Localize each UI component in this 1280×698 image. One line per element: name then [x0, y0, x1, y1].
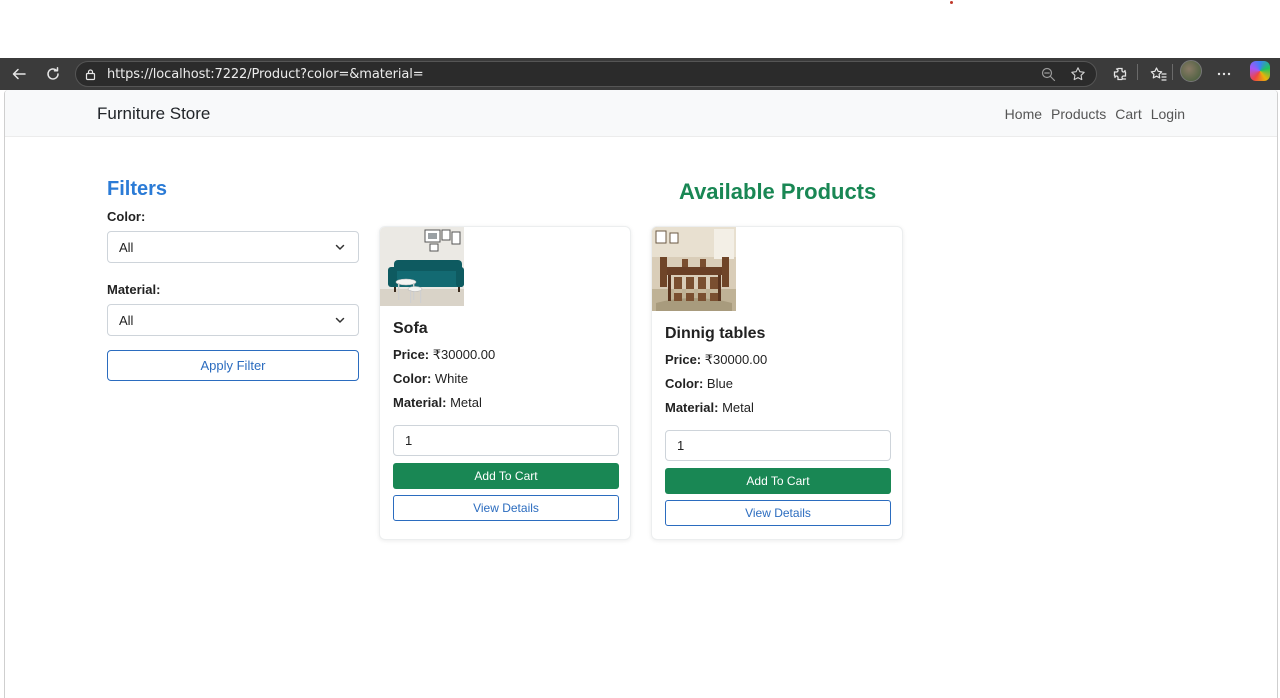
material-label: Material:: [107, 282, 161, 297]
screen-top-area: [0, 0, 1280, 58]
nav-links: Home Products Cart Login: [1005, 106, 1185, 122]
product-color: Color: White: [393, 371, 469, 386]
chevron-down-icon: [334, 314, 346, 329]
material-select-value: All: [119, 313, 134, 328]
favorite-star-icon[interactable]: [1070, 66, 1086, 87]
favorites-icon[interactable]: [1148, 58, 1168, 90]
color-select-value: All: [119, 240, 134, 255]
url-text[interactable]: https://localhost:7222/Product?color=&ma…: [107, 67, 424, 82]
product-card-body: Sofa Price: ₹30000.00 Color: White Mater…: [393, 320, 619, 521]
add-to-cart-button[interactable]: Add To Cart: [665, 468, 891, 494]
zoom-icon[interactable]: [1041, 67, 1056, 87]
product-name: Dinnig tables: [665, 325, 766, 342]
product-material: Material: Metal: [665, 400, 754, 415]
nav-link-home[interactable]: Home: [1005, 106, 1042, 122]
nav-link-cart[interactable]: Cart: [1115, 106, 1141, 122]
more-options-icon[interactable]: [1214, 58, 1234, 90]
apply-filter-button[interactable]: Apply Filter: [107, 350, 359, 381]
browser-toolbar: https://localhost:7222/Product?color=&ma…: [0, 58, 1280, 90]
refresh-icon[interactable]: [42, 58, 64, 90]
toolbar-separator: [1172, 64, 1173, 80]
product-card-body: Dinnig tables Price: ₹30000.00 Color: Bl…: [665, 325, 891, 526]
product-image-sofa: [380, 227, 464, 306]
product-price: Price: ₹30000.00: [393, 347, 496, 362]
product-image-dining-table: [652, 227, 736, 311]
back-arrow-icon[interactable]: [8, 58, 30, 90]
site-info-icon[interactable]: [84, 68, 97, 86]
chevron-down-icon: [334, 241, 346, 256]
color-label: Color:: [107, 209, 146, 224]
brand-link[interactable]: Furniture Store: [97, 104, 210, 124]
nav-link-login[interactable]: Login: [1151, 106, 1185, 122]
product-card: Dinnig tables Price: ₹30000.00 Color: Bl…: [651, 226, 903, 540]
filters-panel: Filters Color: All Material: All Apply F…: [107, 178, 360, 381]
site-navbar: Furniture Store Home Products Cart Login: [5, 90, 1277, 137]
quantity-input[interactable]: 1: [665, 430, 891, 461]
product-card: Sofa Price: ₹30000.00 Color: White Mater…: [379, 226, 631, 540]
view-details-button[interactable]: View Details: [665, 500, 891, 526]
address-bar[interactable]: https://localhost:7222/Product?color=&ma…: [75, 61, 1097, 87]
quantity-input[interactable]: 1: [393, 425, 619, 456]
nav-link-products[interactable]: Products: [1051, 106, 1106, 122]
add-to-cart-button[interactable]: Add To Cart: [393, 463, 619, 489]
copilot-icon[interactable]: [1250, 61, 1270, 81]
page-title: Available Products: [679, 179, 877, 204]
profile-avatar[interactable]: [1180, 60, 1202, 82]
view-details-button[interactable]: View Details: [393, 495, 619, 521]
filters-title: Filters: [107, 178, 168, 200]
product-color: Color: Blue: [665, 376, 733, 391]
product-price: Price: ₹30000.00: [665, 352, 768, 367]
notification-dot: [950, 1, 953, 4]
extensions-icon[interactable]: [1110, 58, 1130, 90]
product-name: Sofa: [393, 320, 428, 337]
product-material: Material: Metal: [393, 395, 482, 410]
material-select[interactable]: All: [107, 304, 359, 336]
color-select[interactable]: All: [107, 231, 359, 263]
toolbar-separator: [1137, 64, 1138, 80]
page-content: Furniture Store Home Products Cart Login…: [4, 90, 1278, 698]
